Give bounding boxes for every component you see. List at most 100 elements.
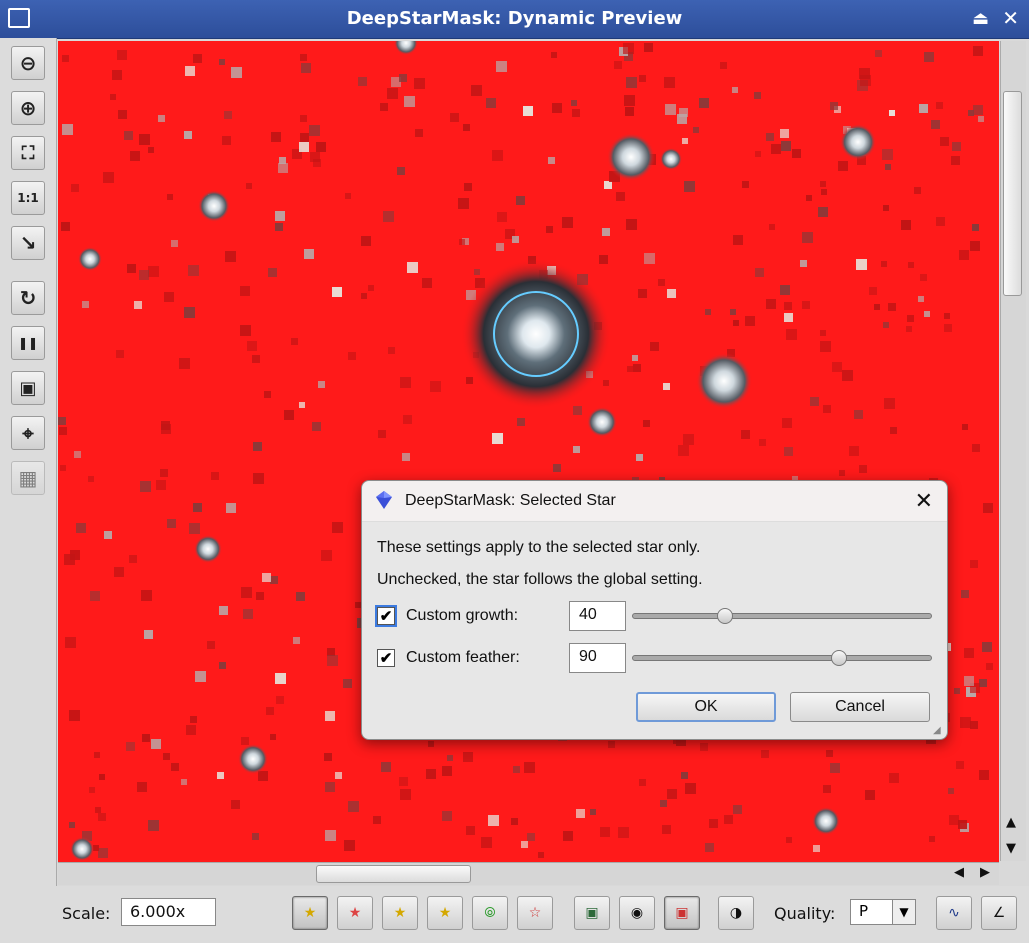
star bbox=[78, 247, 102, 271]
noise-speck bbox=[211, 472, 219, 480]
resize-grip-icon[interactable]: ◢ bbox=[933, 725, 945, 737]
quality-select[interactable]: P ▼ bbox=[850, 899, 916, 925]
noise-speck bbox=[618, 827, 629, 838]
noise-speck bbox=[61, 222, 70, 231]
custom-growth-slider-knob[interactable] bbox=[717, 608, 734, 624]
zoom-in-button[interactable]: ⊕ bbox=[11, 91, 45, 125]
selected-star[interactable] bbox=[461, 259, 611, 409]
scroll-down-arrow-icon[interactable]: ▼ bbox=[1006, 841, 1016, 856]
custom-growth-checkbox[interactable]: ✔ bbox=[375, 605, 397, 627]
noise-speck bbox=[944, 324, 952, 332]
noise-speck bbox=[112, 70, 122, 80]
scroll-left-arrow-icon[interactable]: ◀ bbox=[954, 865, 964, 880]
noise-speck bbox=[982, 642, 992, 652]
noise-speck bbox=[755, 151, 761, 157]
noise-speck bbox=[231, 67, 242, 78]
star-add-icon: ★ bbox=[438, 905, 452, 921]
stf-linear-button[interactable]: ∠ bbox=[981, 896, 1017, 930]
custom-feather-slider[interactable] bbox=[632, 650, 932, 666]
add-star-button[interactable]: ★ bbox=[427, 896, 463, 930]
noise-speck bbox=[241, 587, 252, 598]
noise-speck bbox=[388, 347, 395, 354]
custom-feather-slider-knob[interactable] bbox=[830, 650, 847, 666]
invert-button[interactable]: ◑ bbox=[718, 896, 754, 930]
noise-speck bbox=[158, 115, 165, 122]
horizontal-scrollbar[interactable]: ◀ ▶ bbox=[58, 862, 999, 885]
refresh-button[interactable]: ↻ bbox=[11, 281, 45, 315]
shade-window-icon[interactable]: ⏏ bbox=[972, 8, 989, 29]
scroll-right-arrow-icon[interactable]: ▶ bbox=[980, 865, 990, 880]
show-overlay-button[interactable]: ▣ bbox=[664, 896, 700, 930]
stf-button[interactable]: ∿ bbox=[936, 896, 972, 930]
noise-speck bbox=[720, 62, 727, 69]
noise-speck bbox=[402, 453, 410, 461]
pause-button[interactable]: ❚❚ bbox=[11, 326, 45, 360]
noise-speck bbox=[189, 523, 200, 534]
noise-speck bbox=[222, 136, 231, 145]
zoom-to-fit-button[interactable]: ⛶ bbox=[11, 136, 45, 170]
noise-speck bbox=[240, 325, 251, 336]
custom-growth-input[interactable]: 40 bbox=[569, 601, 626, 631]
noise-speck bbox=[117, 50, 127, 60]
vertical-scroll-thumb[interactable] bbox=[1003, 91, 1022, 296]
curve-l-icon: ∠ bbox=[992, 905, 1006, 921]
noise-speck bbox=[161, 421, 170, 430]
scroll-up-arrow-icon[interactable]: ▲ bbox=[1006, 815, 1016, 830]
noise-speck bbox=[458, 198, 469, 209]
noise-speck bbox=[219, 662, 226, 669]
circles-link-icon: ⦾ bbox=[484, 905, 496, 921]
vertical-scrollbar[interactable]: ▲ ▼ bbox=[1000, 41, 1026, 861]
noise-speck bbox=[321, 550, 332, 561]
star-edit-icon: ★ bbox=[393, 905, 407, 921]
scale-input[interactable]: 6.000x bbox=[121, 898, 216, 926]
noise-speck bbox=[854, 410, 863, 419]
clear-stars-button[interactable]: ☆ bbox=[517, 896, 553, 930]
close-window-icon[interactable]: ✕ bbox=[1002, 6, 1019, 30]
show-mask-button[interactable]: ◉ bbox=[619, 896, 655, 930]
noise-speck bbox=[414, 78, 425, 89]
noise-speck bbox=[940, 137, 949, 146]
noise-speck bbox=[167, 194, 173, 200]
zoom-1-1-button[interactable]: 1:1 bbox=[11, 181, 45, 215]
noise-speck bbox=[830, 102, 838, 110]
noise-speck bbox=[924, 311, 930, 317]
noise-speck bbox=[826, 750, 833, 757]
noise-speck bbox=[600, 827, 610, 837]
grid-button[interactable]: ▦ bbox=[11, 461, 45, 495]
noise-speck bbox=[732, 87, 738, 93]
noise-speck bbox=[820, 181, 826, 187]
remove-star-button[interactable]: ★ bbox=[337, 896, 373, 930]
noise-speck bbox=[300, 115, 307, 122]
zoom-out-button[interactable]: ⊖ bbox=[11, 46, 45, 80]
star-remove-icon: ★ bbox=[348, 905, 362, 921]
noise-speck bbox=[786, 837, 792, 843]
noise-speck bbox=[156, 480, 166, 490]
custom-feather-checkbox[interactable]: ✔ bbox=[377, 649, 395, 667]
noise-speck bbox=[919, 104, 928, 113]
noise-speck bbox=[705, 309, 711, 315]
noise-speck bbox=[849, 446, 859, 456]
noise-speck bbox=[271, 132, 281, 142]
cancel-button[interactable]: Cancel bbox=[790, 692, 930, 722]
noise-speck bbox=[602, 228, 610, 236]
noise-speck bbox=[633, 364, 641, 372]
noise-speck bbox=[481, 837, 492, 848]
noise-speck bbox=[865, 790, 875, 800]
custom-growth-slider[interactable] bbox=[632, 608, 932, 624]
noise-speck bbox=[103, 172, 114, 183]
crosshair-button[interactable]: ⌖ bbox=[11, 416, 45, 450]
noise-speck bbox=[883, 322, 889, 328]
horizontal-scroll-thumb[interactable] bbox=[316, 865, 471, 883]
arrow-tool-button[interactable]: ↘ bbox=[11, 226, 45, 260]
export-image-button[interactable]: ▣ bbox=[11, 371, 45, 405]
close-icon[interactable]: ✕ bbox=[915, 488, 933, 514]
edit-star-button[interactable]: ★ bbox=[382, 896, 418, 930]
custom-feather-input[interactable]: 90 bbox=[569, 643, 626, 673]
noise-speck bbox=[759, 439, 766, 446]
noise-speck bbox=[951, 156, 960, 165]
app-gem-icon bbox=[376, 491, 392, 509]
ok-button[interactable]: OK bbox=[636, 692, 776, 722]
select-star-button[interactable]: ★ bbox=[292, 896, 328, 930]
merge-stars-button[interactable]: ⦾ bbox=[472, 896, 508, 930]
show-image-button[interactable]: ▣ bbox=[574, 896, 610, 930]
